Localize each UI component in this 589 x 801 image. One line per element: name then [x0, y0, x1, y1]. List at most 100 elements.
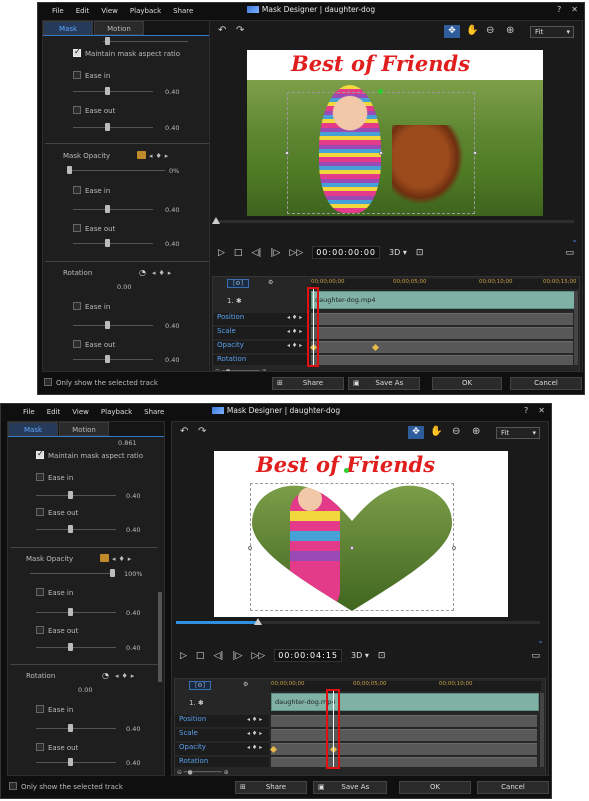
panel-scrollbar[interactable]: [158, 592, 162, 682]
ease-out-slider-2[interactable]: [73, 239, 153, 247]
video-preview[interactable]: Best of Friends: [247, 50, 543, 216]
ease-out-slider-1[interactable]: [36, 525, 116, 533]
keyframe-settings-icon[interactable]: ⚙: [243, 681, 248, 688]
slider-thumb[interactable]: [105, 87, 110, 95]
share-button[interactable]: ⊞ Share: [235, 781, 307, 794]
add-keyframe-icon[interactable]: ♦: [156, 152, 165, 160]
reset-keyframe-icon[interactable]: [137, 151, 146, 159]
scale-track-lane[interactable]: [271, 729, 537, 741]
ease-in-checkbox-1[interactable]: Ease in: [36, 473, 73, 482]
stop-icon[interactable]: □: [196, 651, 205, 661]
hand-tool-icon[interactable]: ✋: [430, 426, 442, 437]
add-keyframe-icon[interactable]: ♦: [119, 555, 128, 563]
ease-in-slider-3[interactable]: [73, 321, 153, 329]
ease-in-checkbox-3[interactable]: Ease in: [36, 705, 73, 714]
slider-thumb[interactable]: [105, 355, 110, 363]
reset-keyframe-icon[interactable]: ◔: [139, 268, 149, 277]
ease-in-slider-3[interactable]: [36, 724, 116, 732]
resize-handle[interactable]: [285, 151, 289, 155]
ease-in-checkbox-3[interactable]: Ease in: [73, 302, 110, 311]
maintain-aspect-checkbox[interactable]: Maintain mask aspect ratio: [73, 47, 180, 58]
ease-in-checkbox-1[interactable]: Ease in: [73, 71, 110, 80]
timeline-zoom-slider[interactable]: ⊖ ─●──────── ⊕: [215, 368, 267, 371]
video-clip[interactable]: daughter-dog.mp4: [311, 291, 575, 309]
scrubber-thumb[interactable]: [212, 217, 220, 224]
keyframe-nav-icon[interactable]: ◂ ♦ ▸: [287, 314, 302, 321]
slider-thumb[interactable]: [105, 205, 110, 213]
expand-icon[interactable]: ⌄: [571, 235, 578, 244]
tab-motion[interactable]: Motion: [94, 21, 144, 35]
slider-thumb[interactable]: [110, 569, 115, 577]
zoom-out-icon[interactable]: ⊖: [486, 25, 494, 36]
slider-thumb[interactable]: [68, 525, 73, 533]
only-selected-checkbox[interactable]: Only show the selected track: [9, 782, 123, 791]
close-button[interactable]: ✕: [571, 5, 578, 14]
prev-frame-icon[interactable]: ◁|: [213, 651, 223, 661]
next-keyframe-icon[interactable]: ▸: [128, 555, 135, 563]
expand-icon[interactable]: ⌄: [537, 636, 544, 645]
center-handle[interactable]: [379, 151, 383, 155]
zoom-out-icon[interactable]: ⊖: [452, 426, 460, 437]
hand-tool-icon[interactable]: ✋: [466, 25, 478, 36]
keyframe-nav-icon[interactable]: ◂ ♦ ▸: [287, 328, 302, 335]
ease-in-slider-1[interactable]: [36, 491, 116, 499]
add-keyframe-icon[interactable]: ♦: [122, 672, 131, 680]
close-button[interactable]: ✕: [538, 406, 545, 415]
tab-mask[interactable]: Mask: [43, 21, 93, 35]
3d-mode-dropdown[interactable]: 3D ▾: [351, 651, 369, 660]
zoom-in-icon[interactable]: ⊕: [472, 426, 480, 437]
track-rotation[interactable]: Rotation: [213, 355, 309, 365]
checkbox-icon[interactable]: [73, 302, 81, 310]
checkbox-icon[interactable]: [73, 224, 81, 232]
slider-thumb[interactable]: [68, 758, 73, 766]
ease-out-checkbox-3[interactable]: Ease out: [73, 340, 115, 349]
move-tool-icon[interactable]: ✥: [408, 426, 424, 439]
timeline-scrollbar[interactable]: [574, 291, 578, 365]
next-frame-icon[interactable]: |▷: [270, 248, 280, 258]
zoom-fit-select[interactable]: Fit ▾: [530, 26, 574, 38]
redo-icon[interactable]: ↷: [236, 25, 244, 36]
undo-icon[interactable]: ↶: [218, 25, 226, 36]
keyframe-settings-icon[interactable]: ⚙: [268, 279, 273, 286]
slider-thumb[interactable]: [105, 239, 110, 247]
add-keyframe-icon[interactable]: ♦: [159, 269, 168, 277]
checkbox-icon[interactable]: [36, 626, 44, 634]
fast-forward-icon[interactable]: ▷▷: [289, 248, 303, 258]
zoom-in-icon[interactable]: ⊕: [506, 25, 514, 36]
resize-handle[interactable]: [473, 151, 477, 155]
opacity-track-lane[interactable]: [271, 743, 537, 755]
only-selected-checkbox[interactable]: Only show the selected track: [44, 378, 158, 387]
checkbox-icon[interactable]: [36, 743, 44, 751]
fullscreen-icon[interactable]: ▭: [531, 651, 540, 661]
opacity-track-lane[interactable]: [311, 341, 573, 353]
ease-in-slider-1[interactable]: [73, 87, 153, 95]
save-as-button[interactable]: ▣ Save As: [348, 377, 420, 390]
maintain-aspect-checkbox[interactable]: Maintain mask aspect ratio: [36, 449, 143, 460]
checkbox-icon[interactable]: [36, 705, 44, 713]
prev-frame-icon[interactable]: ◁|: [251, 248, 261, 258]
playback-scrubber[interactable]: [214, 220, 574, 223]
checkbox-icon[interactable]: [36, 588, 44, 596]
move-tool-icon[interactable]: ✥: [444, 25, 460, 38]
keyframe-nav-icon[interactable]: ◂ ♦ ▸: [247, 716, 262, 723]
timeline-scrollbar[interactable]: [540, 693, 544, 767]
help-button[interactable]: ?: [524, 406, 528, 415]
next-keyframe-icon[interactable]: ▸: [131, 672, 138, 680]
timeline-zoom-slider[interactable]: ⊖ ─●──────── ⊕: [177, 769, 229, 775]
ease-in-slider-2[interactable]: [36, 608, 116, 616]
rotate-handle[interactable]: [344, 468, 349, 473]
next-frame-icon[interactable]: |▷: [232, 651, 242, 661]
time-ruler[interactable]: 00;00;00;00 00;00;05;00 00;00;10;00 00;0…: [311, 279, 579, 289]
play-icon[interactable]: ▷: [180, 651, 187, 661]
slider-thumb[interactable]: [105, 321, 110, 329]
video-clip[interactable]: daughter-dog.mp4: [271, 693, 539, 711]
save-as-button[interactable]: ▣ Save As: [313, 781, 387, 794]
reset-keyframe-icon[interactable]: [100, 554, 109, 562]
slider-thumb[interactable]: [68, 724, 73, 732]
ok-button[interactable]: OK: [399, 781, 471, 794]
video-preview[interactable]: Best of Friends: [214, 451, 508, 617]
checkbox-icon[interactable]: [36, 508, 44, 516]
3d-mode-dropdown[interactable]: 3D ▾: [389, 248, 407, 257]
stop-icon[interactable]: □: [234, 248, 243, 258]
fullscreen-icon[interactable]: ▭: [565, 248, 574, 258]
